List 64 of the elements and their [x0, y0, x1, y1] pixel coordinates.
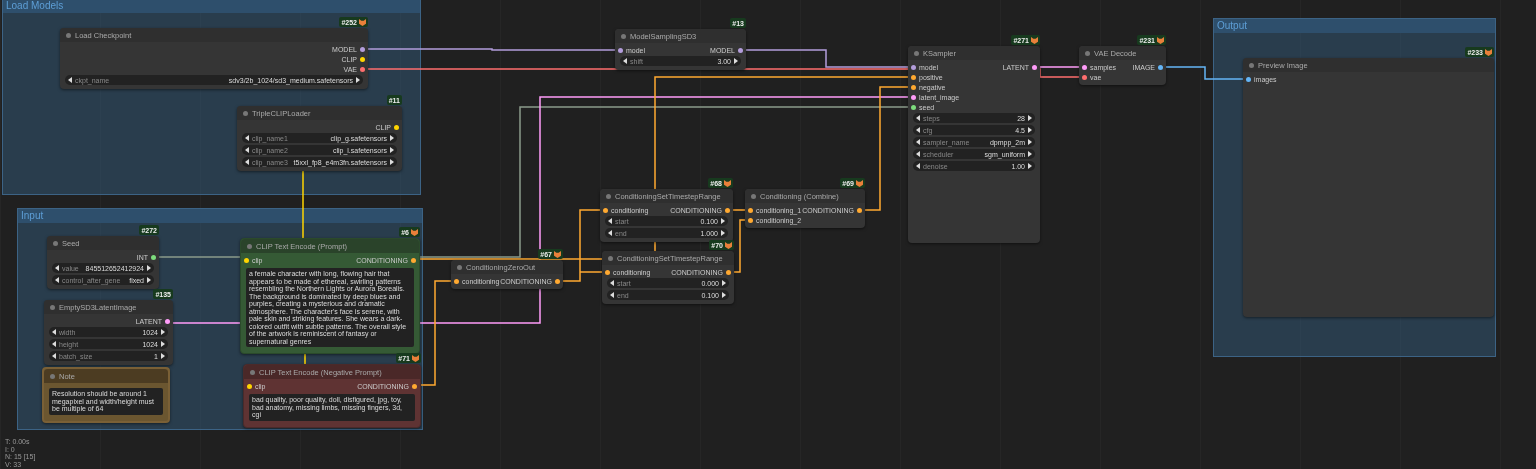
- output-slot-dot[interactable]: [726, 269, 731, 275]
- output-slot-dot[interactable]: [1158, 64, 1163, 70]
- fox-icon: [412, 354, 419, 362]
- fox-icon: [359, 18, 366, 26]
- input-slot-dot[interactable]: [247, 383, 252, 389]
- collapse-dot-icon[interactable]: [50, 373, 55, 379]
- output-slot-dot[interactable]: [857, 207, 862, 213]
- output-slot-dot[interactable]: [360, 46, 365, 52]
- node-card[interactable]: [240, 238, 420, 354]
- input-slot-dot[interactable]: [748, 217, 753, 223]
- output-slot-dot[interactable]: [555, 278, 560, 284]
- collapse-dot-icon[interactable]: [250, 369, 255, 375]
- output-slot-dot[interactable]: [360, 66, 365, 72]
- input-slot-dot[interactable]: [605, 269, 610, 275]
- input-slot-dot[interactable]: [911, 64, 916, 70]
- right-arrow-icon[interactable]: [356, 77, 360, 83]
- collapse-dot-icon[interactable]: [751, 193, 756, 199]
- input-slot-dot[interactable]: [454, 278, 459, 284]
- input-slot-dot[interactable]: [603, 207, 608, 213]
- left-arrow-icon[interactable]: [68, 77, 72, 83]
- input-slot-dot[interactable]: [244, 257, 249, 263]
- input-slot-dot[interactable]: [911, 74, 916, 80]
- input-slot-dot[interactable]: [1082, 74, 1087, 80]
- fox-icon: [856, 179, 863, 187]
- group-title: Load Models: [6, 0, 64, 12]
- collapse-dot-icon[interactable]: [66, 32, 71, 38]
- input-slot-dot[interactable]: [911, 104, 916, 110]
- collapse-dot-icon[interactable]: [608, 255, 613, 261]
- right-arrow-icon[interactable]: [734, 58, 738, 64]
- output-slot-dot[interactable]: [360, 56, 365, 62]
- collapse-dot-icon[interactable]: [1085, 50, 1090, 56]
- output-slot-dot[interactable]: [1032, 64, 1037, 70]
- collapse-dot-icon[interactable]: [1249, 62, 1254, 68]
- input-slot-dot[interactable]: [618, 47, 623, 53]
- output-slot-dot[interactable]: [412, 383, 417, 389]
- collapse-dot-icon[interactable]: [247, 243, 252, 249]
- fox-icon: [724, 179, 731, 187]
- input-slot-dot[interactable]: [911, 94, 916, 100]
- fox-icon: [1031, 36, 1038, 44]
- collapse-dot-icon[interactable]: [606, 193, 611, 199]
- output-slot-dot[interactable]: [411, 257, 416, 263]
- collapse-dot-icon[interactable]: [53, 240, 58, 246]
- input-slot-dot[interactable]: [1082, 64, 1087, 70]
- group-title: Input: [21, 210, 44, 222]
- output-slot-dot[interactable]: [725, 207, 730, 213]
- fox-icon: [411, 228, 418, 236]
- group-title: Output: [1217, 20, 1248, 32]
- fox-icon: [1157, 36, 1164, 44]
- output-slot-dot[interactable]: [151, 254, 156, 260]
- output-slot-dot[interactable]: [165, 318, 170, 324]
- input-slot-dot[interactable]: [748, 207, 753, 213]
- collapse-dot-icon[interactable]: [457, 264, 462, 270]
- collapse-dot-icon[interactable]: [50, 304, 55, 310]
- left-arrow-icon[interactable]: [623, 58, 627, 64]
- fox-icon: [554, 250, 561, 258]
- input-slot-dot[interactable]: [911, 84, 916, 90]
- collapse-dot-icon[interactable]: [914, 50, 919, 56]
- collapse-dot-icon[interactable]: [621, 33, 626, 39]
- output-slot-dot[interactable]: [394, 124, 399, 130]
- collapse-dot-icon[interactable]: [243, 110, 248, 116]
- fox-icon: [1485, 48, 1492, 56]
- fox-icon: [725, 241, 732, 249]
- output-slot-dot[interactable]: [738, 47, 743, 53]
- input-slot-dot[interactable]: [1246, 76, 1251, 82]
